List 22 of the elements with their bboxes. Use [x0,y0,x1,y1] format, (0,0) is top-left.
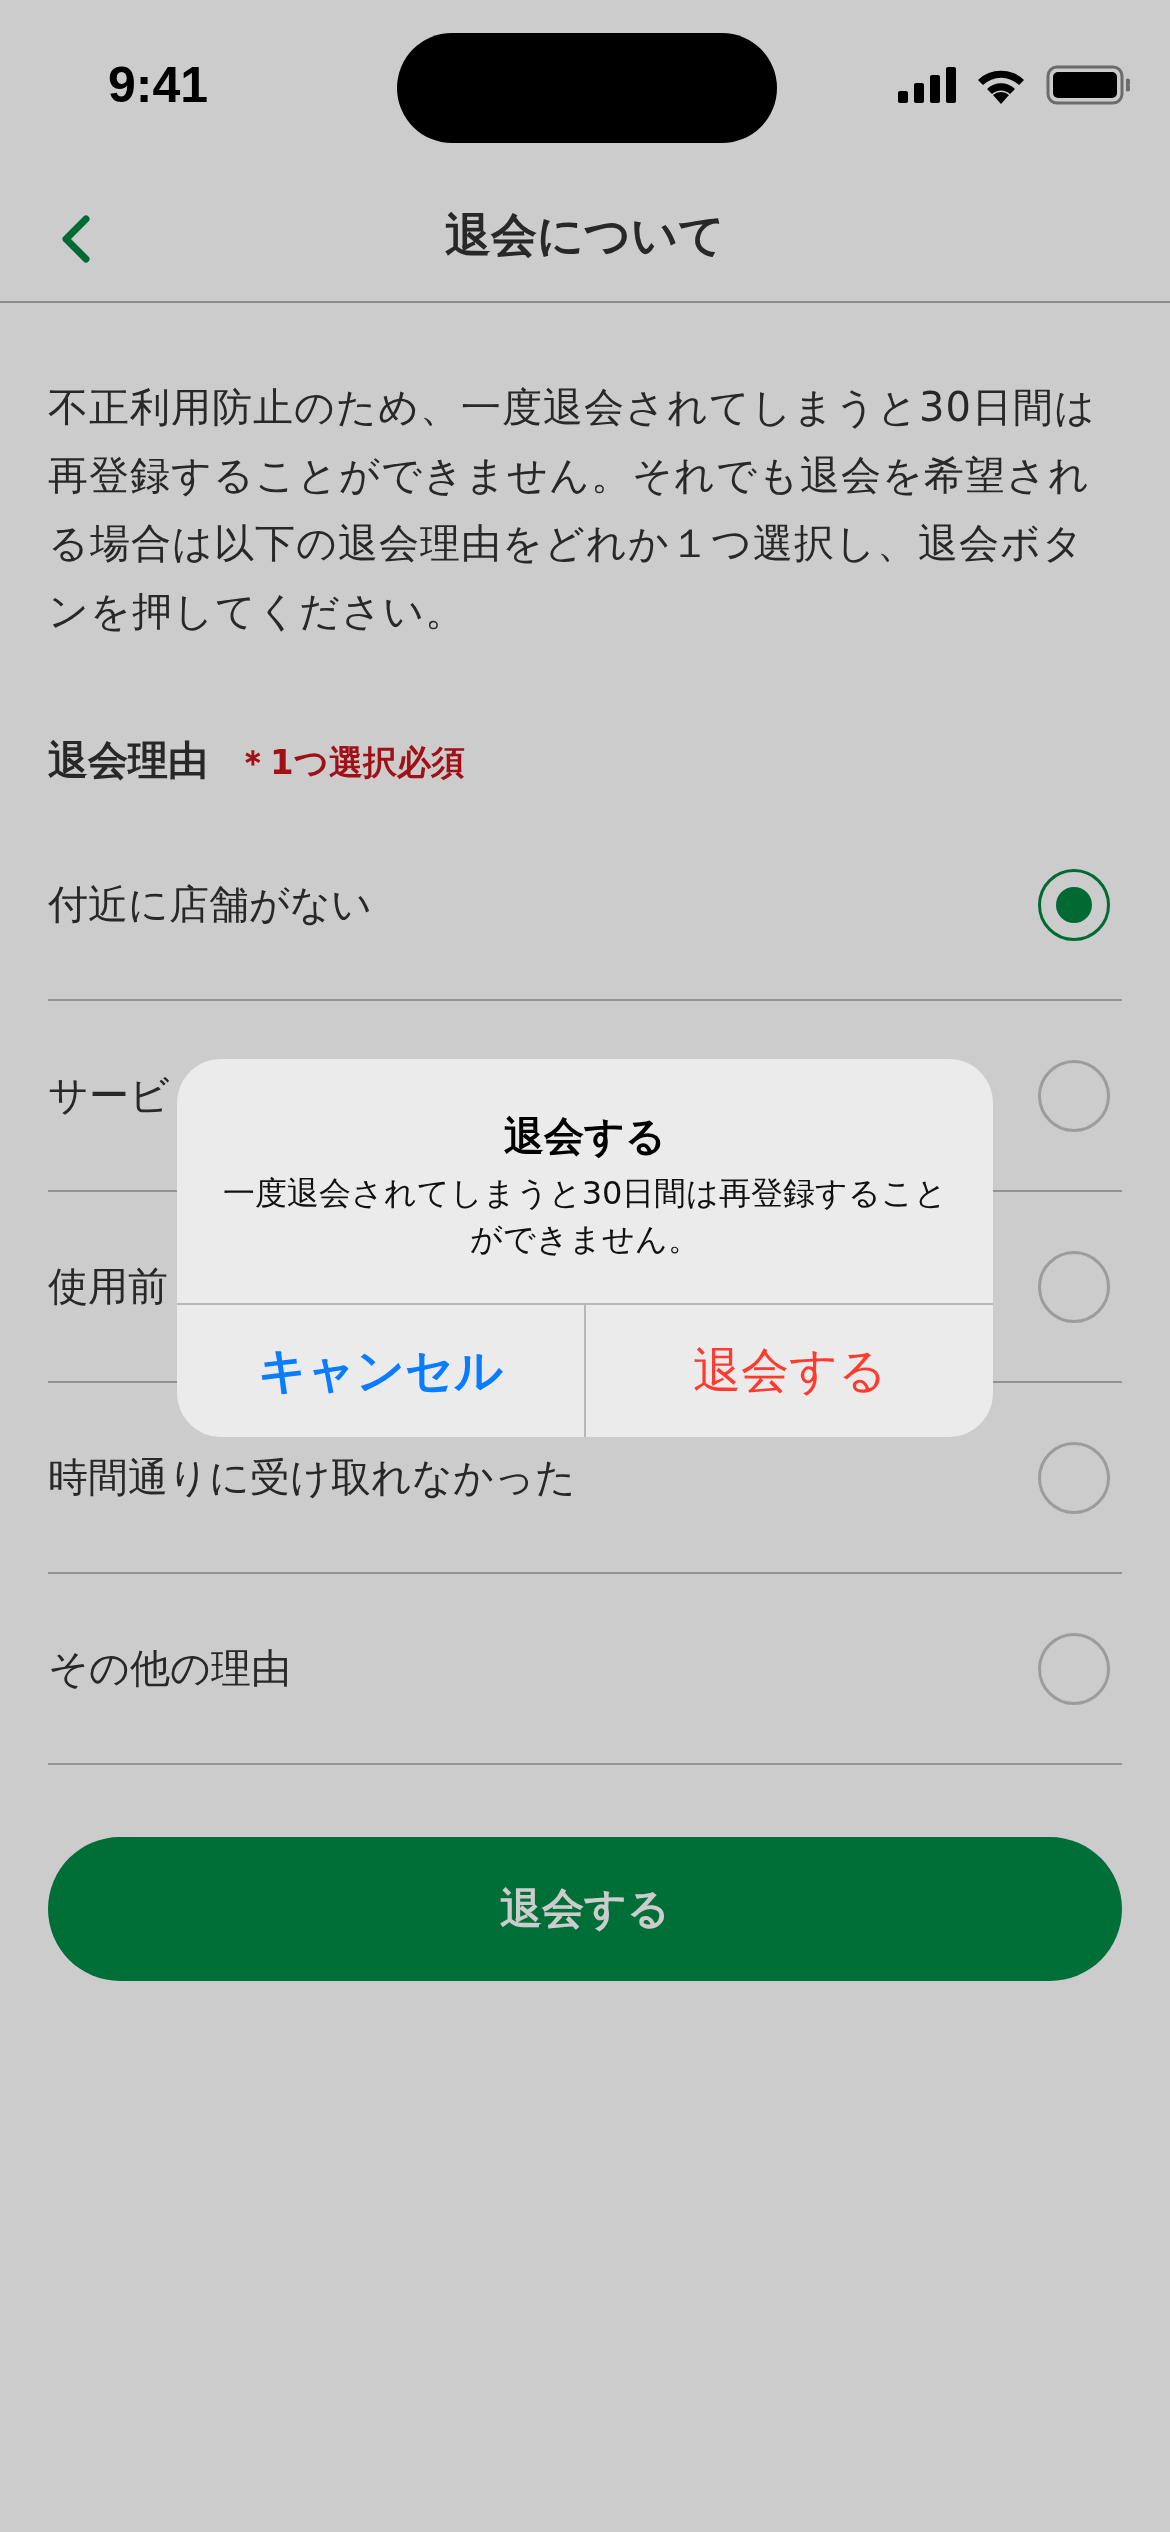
reason-label: サービ [48,1071,170,1120]
radio-button-selected[interactable] [1038,868,1110,941]
intro-paragraph: 不正利用防止のため、一度退会されてしまうと30日間は再登録することができません。それでも退会を希望される場合は以下の退会理由をどれか１つ選択し、退会ボタンを押してください。 [48,383,1097,636]
dialog-message: 一度退会されてしまうと30日間は再登録することができません。 [221,1173,949,1261]
screen-title: 退会について [445,206,725,264]
radio-button[interactable] [1038,1441,1110,1514]
reason-label: その他の理由 [48,1644,291,1693]
battery-icon [1046,65,1130,105]
radio-button[interactable] [1038,1250,1110,1323]
confirm-withdraw-button[interactable]: 退会する [584,1304,993,1437]
required-note: ＊1つ選択必須 [236,741,465,784]
reason-label: 使用前 [48,1262,168,1311]
reason-label: 付近に店舗がない [48,880,372,929]
section-heading: 退会理由 [48,736,208,785]
dialog-title: 退会する [503,1112,667,1161]
radio-button[interactable] [1038,1059,1110,1132]
withdraw-button[interactable]: 退会する [48,1837,1122,1981]
reason-label: 時間通りに受け取れなかった [48,1453,576,1502]
radio-button[interactable] [1038,1632,1110,1705]
status-time: 9:41 [108,56,209,114]
cancel-button[interactable]: キャンセル [177,1304,584,1437]
signal-icon [898,67,956,103]
